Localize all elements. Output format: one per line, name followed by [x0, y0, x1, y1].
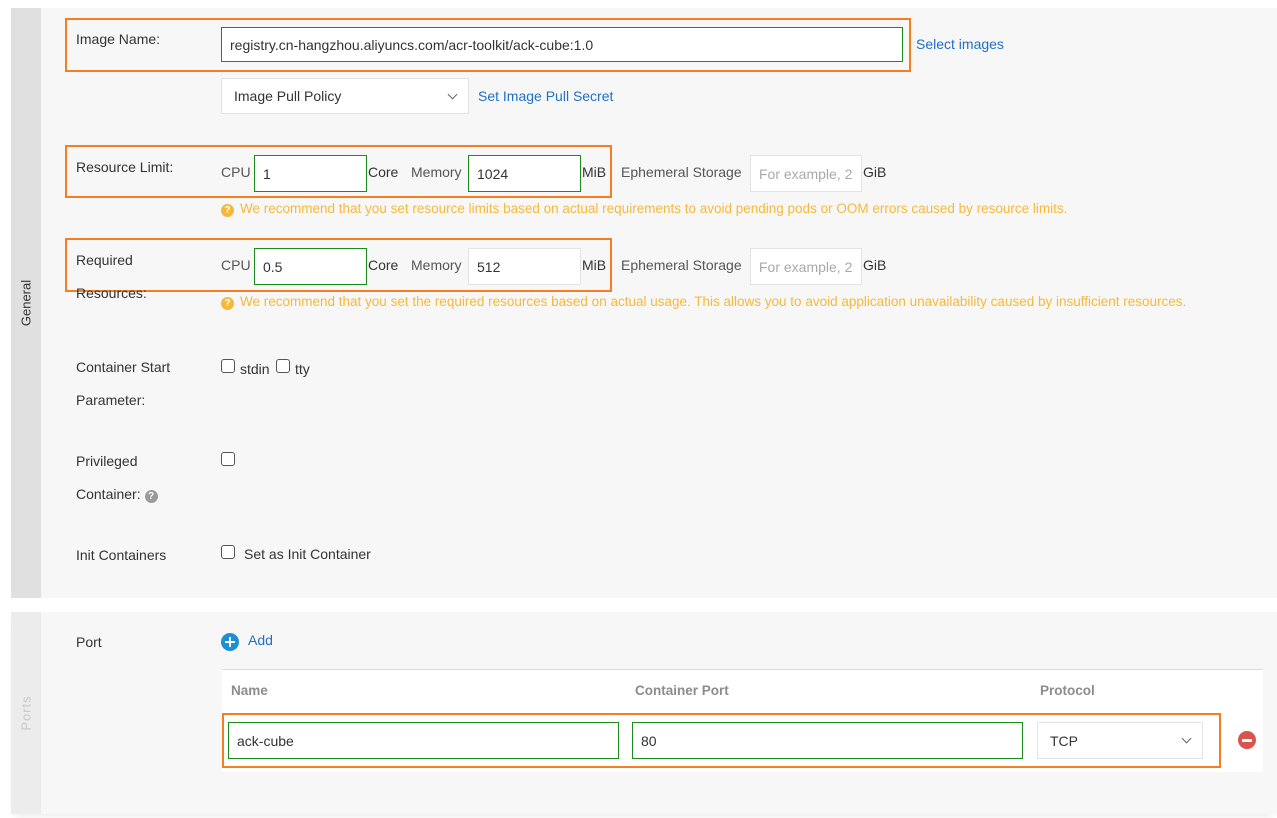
- select-images-link[interactable]: Select images: [916, 36, 1004, 52]
- required-resources-hint-text: We recommend that you set the required r…: [240, 294, 1187, 309]
- question-icon: ?: [221, 297, 234, 310]
- required-resources-label-line2: Resources:: [76, 285, 147, 301]
- resource-limit-memory-unit: MiB: [582, 164, 607, 180]
- chevron-down-icon: [1181, 733, 1192, 744]
- image-name-input[interactable]: registry.cn-hangzhou.aliyuncs.com/acr-to…: [221, 27, 903, 62]
- required-resources-hint: ? We recommend that you set the required …: [221, 295, 1250, 310]
- set-image-pull-secret-link[interactable]: Set Image Pull Secret: [478, 88, 613, 104]
- add-circle-icon[interactable]: [221, 633, 239, 651]
- init-container-checkbox[interactable]: [221, 545, 235, 559]
- required-memory-unit: MiB: [582, 257, 607, 273]
- start-params-label-line2: Parameter:: [76, 392, 146, 408]
- question-icon: ?: [221, 204, 234, 217]
- required-storage-placeholder: For example, 2: [759, 258, 853, 275]
- privileged-checkbox[interactable]: [221, 452, 235, 466]
- port-name-input[interactable]: ack-cube: [228, 722, 619, 759]
- resource-limit-cpu-input[interactable]: 1: [254, 155, 367, 192]
- column-header-protocol: Protocol: [1040, 683, 1095, 698]
- protocol-select[interactable]: TCP: [1037, 722, 1203, 759]
- stdin-label: stdin: [240, 361, 270, 377]
- remove-port-icon[interactable]: [1238, 731, 1256, 749]
- resource-limit-cpu-value: 1: [263, 165, 271, 182]
- port-label: Port: [76, 634, 102, 650]
- resource-limit-storage-unit: GiB: [863, 164, 887, 180]
- general-section-title: General: [18, 279, 34, 327]
- required-memory-input[interactable]: 512: [468, 248, 581, 285]
- start-params-label-line1: Container Start: [76, 359, 171, 375]
- image-name-label: Image Name:: [76, 31, 161, 47]
- tty-label: tty: [295, 361, 310, 377]
- container-port-value: 80: [641, 732, 657, 749]
- resource-limit-storage-input[interactable]: For example, 2: [750, 155, 862, 192]
- chevron-down-icon: [447, 89, 458, 99]
- required-resources-label-line1: Required: [76, 252, 133, 268]
- required-storage-label: Ephemeral Storage: [621, 257, 742, 273]
- required-cpu-label: CPU: [221, 257, 251, 273]
- tty-checkbox[interactable]: [276, 359, 290, 373]
- ports-section-title: Ports: [18, 695, 34, 731]
- resource-limit-memory-input[interactable]: 1024: [468, 155, 581, 192]
- privileged-label-line1: Privileged: [76, 453, 138, 469]
- resource-limit-cpu-unit: Core: [368, 164, 399, 180]
- image-pull-policy-value: Image Pull Policy: [234, 88, 342, 104]
- required-memory-value: 512: [477, 258, 501, 275]
- port-name-value: ack-cube: [237, 732, 294, 749]
- resource-limit-memory-label: Memory: [411, 164, 462, 180]
- protocol-value: TCP: [1050, 732, 1078, 749]
- general-section-tab[interactable]: General: [11, 8, 41, 598]
- stdin-checkbox[interactable]: [221, 359, 235, 373]
- resource-limit-storage-label: Ephemeral Storage: [621, 164, 742, 180]
- resource-limit-label: Resource Limit:: [76, 159, 174, 175]
- required-cpu-unit: Core: [368, 257, 399, 273]
- required-storage-unit: GiB: [863, 257, 887, 273]
- help-icon[interactable]: ?: [144, 490, 158, 503]
- resource-limit-hint: ? We recommend that you set resource limi…: [221, 202, 1251, 217]
- resource-limit-memory-value: 1024: [477, 165, 509, 182]
- column-header-name: Name: [231, 683, 268, 698]
- container-port-input[interactable]: 80: [632, 722, 1023, 759]
- column-header-container-port: Container Port: [635, 683, 729, 698]
- image-name-value: registry.cn-hangzhou.aliyuncs.com/acr-to…: [230, 36, 594, 53]
- ports-section-tab[interactable]: Ports: [11, 612, 41, 814]
- image-pull-policy-select[interactable]: Image Pull Policy: [221, 78, 469, 114]
- privileged-label-line2-wrap: Container:?: [76, 485, 158, 503]
- add-port-link[interactable]: Add: [248, 632, 273, 648]
- resource-limit-storage-placeholder: For example, 2: [759, 165, 853, 182]
- required-cpu-value: 0.5: [263, 258, 283, 275]
- init-containers-label: Init Containers: [76, 547, 167, 563]
- required-storage-input[interactable]: For example, 2: [750, 248, 862, 285]
- required-memory-label: Memory: [411, 257, 462, 273]
- privileged-label-line2: Container:: [76, 486, 141, 502]
- required-cpu-input[interactable]: 0.5: [254, 248, 367, 285]
- resource-limit-hint-text: We recommend that you set resource limit…: [240, 201, 1068, 216]
- resource-limit-cpu-label: CPU: [221, 164, 251, 180]
- init-container-option-label: Set as Init Container: [244, 546, 371, 562]
